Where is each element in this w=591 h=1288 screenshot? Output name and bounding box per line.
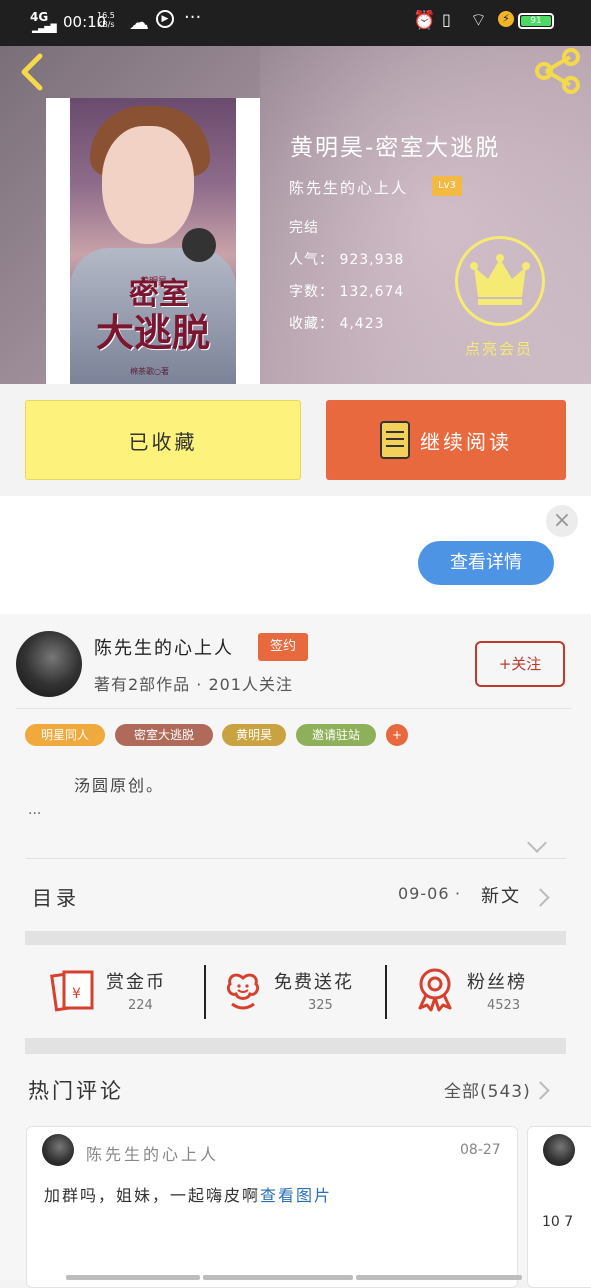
cloud-icon: ☁ <box>129 10 149 34</box>
tag-genre[interactable]: 明星同人 <box>25 724 105 746</box>
scroll-indicator <box>203 1275 353 1280</box>
red-envelope-icon[interactable]: ¥ <box>50 968 96 1016</box>
comment-text: 加群吗，姐妹，一起嗨皮啊查看图片 <box>44 1182 332 1206</box>
comment-body: 加群吗，姐妹，一起嗨皮啊 <box>44 1186 261 1205</box>
separator-band <box>25 931 566 945</box>
hot-comments-title: 热门评论 <box>28 1079 124 1103</box>
battery-level: 91 <box>521 16 551 26</box>
favorited-label: 已收藏 <box>128 429 198 454</box>
wifi-icon: ⌔ <box>470 10 487 31</box>
cover-image: 黄明昊 密室 大逃脱 棉茶歌○著 <box>70 98 236 384</box>
network-type: 4G <box>30 10 49 24</box>
toc-latest-chapter: 新文 <box>481 886 521 907</box>
book-description: 汤圆原创。 <box>74 776 165 795</box>
comment-date: 08-27 <box>460 1142 501 1158</box>
separator-band <box>25 1038 566 1054</box>
all-comments-link[interactable]: 全部(543) <box>444 1077 531 1102</box>
comment-avatar[interactable] <box>42 1134 74 1166</box>
level-badge: Lv3 <box>432 176 462 196</box>
comment-avatar[interactable] <box>543 1134 575 1166</box>
stat-fans-value: 4523 <box>487 998 521 1013</box>
tag-invite[interactable]: 邀请驻站 <box>296 724 376 746</box>
book-title: 黄明昊-密室大逃脱 <box>290 135 501 161</box>
stat-fans-label[interactable]: 粉丝榜 <box>467 968 527 994</box>
svg-text:¥: ¥ <box>72 986 81 1002</box>
share-button[interactable] <box>534 48 582 94</box>
cover-title-2: 大逃脱 <box>95 310 210 355</box>
scroll-indicator <box>66 1275 200 1280</box>
flower-icon[interactable] <box>222 970 264 1016</box>
charging-icon: ⚡ <box>498 11 514 27</box>
divider <box>26 858 566 859</box>
stat-reward-label[interactable]: 赏金币 <box>106 968 166 994</box>
divider <box>16 708 572 709</box>
vibrate-icon: ▯ <box>442 10 451 29</box>
stat-flower-label[interactable]: 免费送花 <box>274 968 354 994</box>
book-icon <box>380 421 410 459</box>
ribbon-badge-icon[interactable] <box>414 966 456 1016</box>
vip-button[interactable] <box>455 236 545 326</box>
description-more: ... <box>28 802 42 818</box>
back-button[interactable] <box>16 52 46 92</box>
divider <box>385 965 387 1019</box>
comment-text-partial: 10 7 <box>542 1214 574 1230</box>
cover-credit: 棉茶歌○著 <box>130 367 169 376</box>
toc-label: 目录 <box>32 886 80 910</box>
book-words: 字数： 132,674 <box>289 284 405 300</box>
status-bar: 4G ▂▄▆█ 00:10 16.5 KB/s ☁ ▶ ··· ⏰ ▯ ⌔ ⚡ … <box>0 0 591 46</box>
author-stats: 著有2部作品 · 201人关注 <box>94 675 293 694</box>
continue-reading-button[interactable]: 继续阅读 <box>326 400 566 480</box>
signal-icon: ▂▄▆█ <box>32 24 57 33</box>
share-icon <box>535 48 580 94</box>
stat-reward-value: 224 <box>128 998 153 1013</box>
favorited-button[interactable]: 已收藏 <box>25 400 301 480</box>
book-collections: 收藏： 4,423 <box>289 316 385 332</box>
book-author[interactable]: 陈先生的心上人 <box>289 177 408 198</box>
view-image-link[interactable]: 查看图片 <box>260 1186 332 1205</box>
tag-star[interactable]: 黄明昊 <box>222 724 286 746</box>
book-cover[interactable]: 黄明昊 密室 大逃脱 棉茶歌○著 <box>46 98 260 384</box>
crown-icon <box>470 254 530 305</box>
net-speed: 16.5 KB/s <box>97 11 115 29</box>
signed-badge: 签约 <box>258 633 308 661</box>
tag-add-button[interactable]: + <box>386 724 408 746</box>
follow-button[interactable]: +关注 <box>475 641 565 687</box>
cover-title-1: 密室 <box>129 277 189 312</box>
vip-label[interactable]: 点亮会员 <box>465 338 533 359</box>
more-dots: ··· <box>184 7 202 28</box>
author-name[interactable]: 陈先生的心上人 <box>94 634 234 660</box>
ad-detail-button[interactable]: 查看详情 <box>418 541 554 585</box>
alarm-icon: ⏰ <box>413 10 436 31</box>
back-arrow-icon <box>21 53 43 91</box>
toc-separator: · <box>455 884 461 903</box>
toc-date: 09-06 <box>398 884 450 903</box>
scroll-indicator <box>356 1275 522 1280</box>
play-icon: ▶ <box>156 10 174 28</box>
author-avatar[interactable] <box>16 631 82 697</box>
book-status: 完结 <box>289 220 319 236</box>
continue-reading-label: 继续阅读 <box>420 429 512 454</box>
comment-user[interactable]: 陈先生的心上人 <box>86 1141 219 1165</box>
stat-flower-value: 325 <box>308 998 333 1013</box>
divider <box>204 965 206 1019</box>
tag-topic[interactable]: 密室大逃脱 <box>115 724 213 746</box>
book-popularity: 人气： 923,938 <box>289 252 405 268</box>
battery-icon: 91 <box>518 13 554 29</box>
ad-close-button[interactable]: × <box>546 505 578 537</box>
